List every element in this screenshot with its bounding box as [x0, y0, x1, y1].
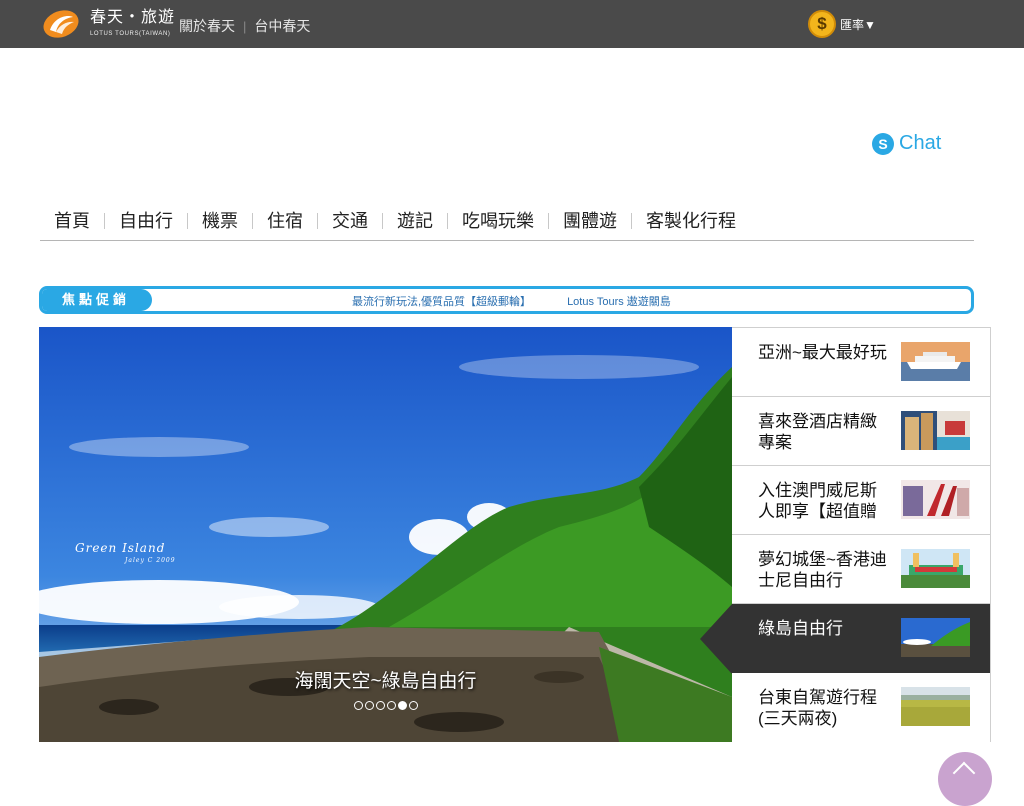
disneyland-thumbnail	[901, 549, 970, 588]
hotel-thumbnail	[901, 411, 970, 450]
brand[interactable]: 春天・旅遊 LOTUS TOURS(TAIWAN)	[90, 8, 175, 37]
dollar-coin-icon: $	[808, 10, 836, 38]
watermark-title: Green Island	[75, 541, 166, 555]
slide-list-label: 台東自駕遊行程(三天兩夜)	[758, 688, 877, 728]
slide-list-item[interactable]: 夢幻城堡~香港迪士尼自由行	[732, 535, 990, 604]
slide-list-item[interactable]: 台東自駕遊行程(三天兩夜)	[732, 673, 990, 743]
slide-dot-6[interactable]	[408, 701, 418, 710]
rice-field-thumbnail	[901, 687, 970, 726]
slide-list-label: 喜來登酒店精緻專案	[758, 412, 877, 452]
slide-list-label: 夢幻城堡~香港迪士尼自由行	[758, 550, 887, 590]
nav-item-hotels[interactable]: 住宿	[253, 208, 317, 234]
lotus-logo-icon[interactable]	[42, 8, 80, 40]
top-link-about[interactable]: 關於春天	[179, 16, 235, 36]
chat-label: Chat	[899, 132, 942, 154]
chat-button[interactable]: S Chat	[872, 132, 941, 155]
nav-item-home[interactable]: 首頁	[40, 208, 104, 234]
slide-dot-2[interactable]	[364, 701, 374, 710]
slide-list-item[interactable]: 入住澳門威尼斯人即享【超值贈	[732, 466, 990, 535]
top-link-taichung[interactable]: 台中春天	[254, 16, 310, 36]
brand-subtitle: LOTUS TOURS(TAIWAN)	[90, 31, 171, 37]
promo-links: 最流行新玩法,優質品質【超級郵輪】 Lotus Tours 遨遊關島	[352, 293, 707, 309]
promo-ticker: 焦點促銷 最流行新玩法,優質品質【超級郵輪】 Lotus Tours 遨遊關島	[39, 286, 974, 314]
top-bar: 春天・旅遊 LOTUS TOURS(TAIWAN) 關於春天 | 台中春天 $ …	[0, 0, 1024, 48]
slide-list-label: 綠島自由行	[758, 619, 843, 638]
back-to-top-button[interactable]	[938, 752, 992, 806]
nav-item-transport[interactable]: 交通	[318, 208, 382, 234]
photo-watermark: Green Island Jaley C 2009	[75, 541, 176, 564]
hero-slideshow[interactable]: Green Island Jaley C 2009 海闊天空~綠島自由行	[39, 327, 732, 742]
skype-icon: S	[872, 132, 894, 155]
nav-item-group-tours[interactable]: 團體遊	[549, 208, 631, 234]
currency-label: 匯率▼	[840, 17, 876, 32]
top-nav: 關於春天 | 台中春天	[179, 16, 310, 36]
slide-list-label: 入住澳門威尼斯人即享【超值贈	[758, 481, 877, 521]
watermark-credit: Jaley C 2009	[125, 557, 176, 564]
slide-list-item[interactable]: 喜來登酒店精緻專案	[732, 397, 990, 466]
promo-link-cruise[interactable]: 最流行新玩法,優質品質【超級郵輪】	[352, 293, 531, 309]
macau-venetian-thumbnail	[901, 480, 970, 519]
slide-dot-4[interactable]	[386, 701, 396, 710]
green-island-thumbnail	[901, 618, 970, 657]
slide-dot-1[interactable]	[353, 701, 363, 710]
slide-dots	[39, 701, 732, 710]
slide-list-item[interactable]: 亞洲~最大最好玩	[732, 328, 990, 397]
main-nav: 首頁 自由行 機票 住宿 交通 遊記 吃喝玩樂 團體遊 客製化行程	[40, 208, 974, 241]
hero-caption[interactable]: 海闊天空~綠島自由行	[39, 666, 732, 693]
nav-item-free-travel[interactable]: 自由行	[105, 208, 187, 234]
currency-dropdown[interactable]: $ 匯率▼	[808, 10, 876, 38]
divider: |	[243, 18, 247, 34]
nav-item-flights[interactable]: 機票	[188, 208, 252, 234]
nav-item-custom-tours[interactable]: 客製化行程	[632, 208, 750, 234]
slide-list-label: 亞洲~最大最好玩	[758, 343, 887, 362]
slide-dot-5[interactable]	[397, 701, 407, 710]
slide-dot-3[interactable]	[375, 701, 385, 710]
cruise-ship-thumbnail	[901, 342, 970, 381]
nav-item-food-fun[interactable]: 吃喝玩樂	[448, 208, 548, 234]
promo-label: 焦點促銷	[42, 289, 152, 311]
slide-list-item-active[interactable]: 綠島自由行	[700, 604, 990, 674]
slide-list: 亞洲~最大最好玩 喜來登酒店精緻專案 入住澳門威尼斯人即享【超值贈 夢幻城堡~香…	[700, 327, 991, 743]
brand-name: 春天・旅遊	[90, 9, 176, 26]
promo-link-guam[interactable]: Lotus Tours 遨遊關島	[567, 293, 671, 309]
nav-item-travelogue[interactable]: 遊記	[383, 208, 447, 234]
